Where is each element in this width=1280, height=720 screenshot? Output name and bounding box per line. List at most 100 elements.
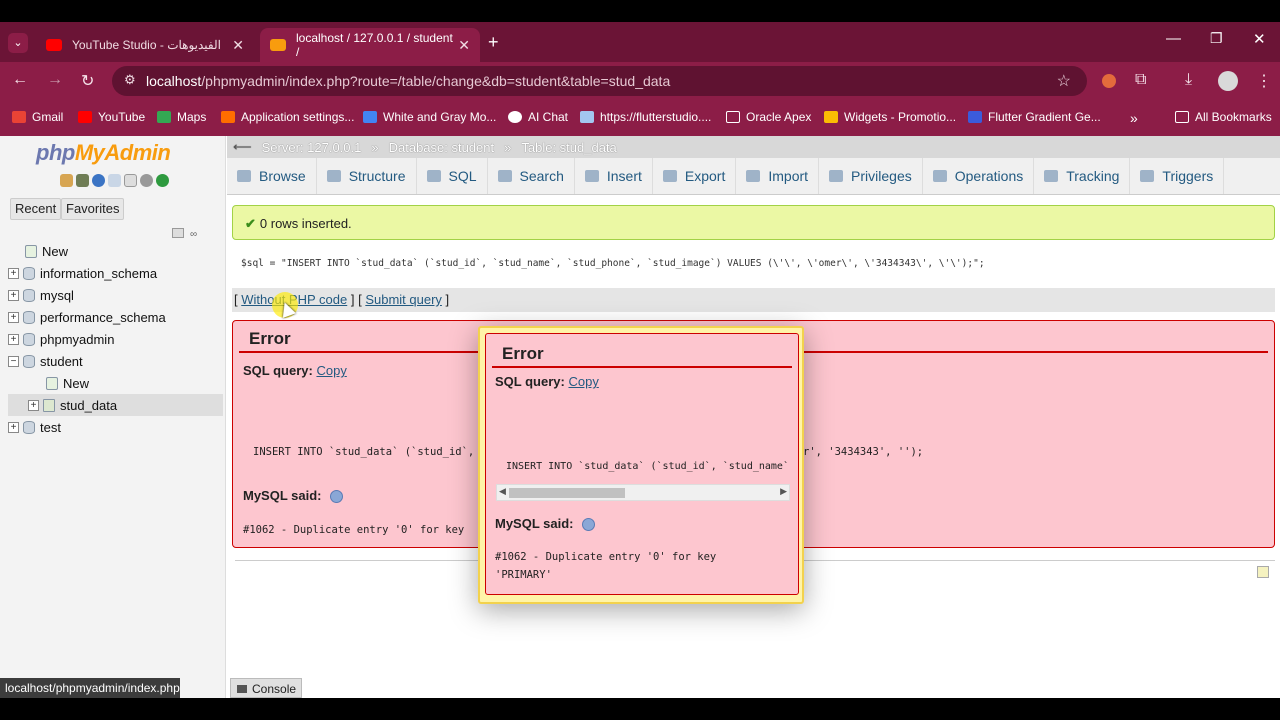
bookmark-youtube[interactable]: YouTube — [78, 110, 145, 124]
phpmyadmin-favicon-icon — [270, 39, 286, 51]
bookmark-flutter-gradient[interactable]: Flutter Gradient Ge... — [968, 110, 1101, 124]
tab-insert[interactable]: Insert — [575, 158, 653, 194]
expand-icon[interactable]: + — [8, 421, 19, 433]
bookmark-maps[interactable]: Maps — [157, 110, 206, 124]
refresh-icon[interactable] — [156, 174, 169, 187]
expand-icon[interactable]: + — [8, 267, 19, 279]
success-message: ✔ 0 rows inserted. — [232, 205, 1275, 240]
link-icon[interactable]: ∞ — [190, 229, 197, 240]
expand-icon[interactable]: + — [8, 311, 19, 323]
tab-tracking[interactable]: Tracking — [1034, 158, 1131, 194]
console-button[interactable]: Console — [230, 678, 302, 698]
help-icon[interactable] — [581, 518, 595, 532]
close-tab-icon[interactable]: ✕ — [458, 37, 470, 54]
tab-browse[interactable]: Browse — [227, 158, 317, 194]
popup-error-message-1: #1062 - Duplicate entry '0' for key — [495, 551, 717, 563]
more-bookmarks-icon[interactable]: » — [1130, 110, 1138, 126]
collapse-icon[interactable]: − — [8, 355, 19, 367]
close-window-icon[interactable]: ✕ — [1253, 30, 1266, 48]
tree-item-performance-schema[interactable]: + performance_schema — [8, 306, 223, 328]
database-icon — [23, 266, 35, 280]
bookmark-oracle-apex[interactable]: Oracle Apex — [726, 110, 811, 124]
tab-import[interactable]: Import — [736, 158, 820, 194]
tab-triggers[interactable]: Triggers — [1130, 158, 1225, 194]
docs-icon[interactable] — [108, 174, 121, 187]
collapse-sidebar-icon[interactable]: ⟵ — [233, 139, 252, 155]
popup-copy-link[interactable]: Copy — [568, 374, 598, 389]
site-info-icon[interactable]: ⚙ — [124, 72, 136, 88]
help-icon[interactable] — [329, 490, 343, 504]
bookmark-gmail[interactable]: Gmail — [12, 110, 63, 124]
database-icon — [23, 420, 35, 434]
error-popup: Error SQL query: Copy INSERT INTO `stud_… — [478, 326, 804, 604]
submit-query-link[interactable]: Submit query — [365, 292, 442, 307]
bookmark-star-icon[interactable]: ☆ — [1057, 71, 1071, 91]
phpmyadmin-logo[interactable]: phpMyAdmin — [36, 140, 171, 166]
download-icon[interactable]: ⤓ — [1185, 71, 1192, 89]
popup-sql-query-label: SQL query: Copy — [495, 374, 599, 389]
expand-icon[interactable]: + — [28, 399, 39, 411]
favorites-button[interactable]: Favorites — [61, 198, 125, 220]
bookmark-application-settings[interactable]: Application settings... — [221, 110, 354, 124]
menu-icon[interactable]: ⋮ — [1256, 71, 1272, 91]
tab-structure[interactable]: Structure — [317, 158, 417, 194]
browser-tab-phpmyadmin[interactable]: localhost / 127.0.0.1 / student / ✕ — [260, 28, 480, 62]
expand-icon[interactable]: + — [8, 333, 19, 345]
bookmark-flutterstudio[interactable]: https://flutterstudio.... — [580, 110, 711, 124]
scroll-right-icon[interactable]: ▶ — [780, 486, 787, 497]
popup-error-message-2: 'PRIMARY' — [495, 569, 552, 581]
new-tab-icon[interactable]: + — [488, 32, 499, 53]
breadcrumb-table[interactable]: Table: stud_data — [521, 140, 616, 155]
breadcrumb-server[interactable]: Server: 127.0.0.1 — [262, 140, 362, 155]
tab-operations[interactable]: Operations — [923, 158, 1035, 194]
tab-search[interactable]: Search — [488, 158, 575, 194]
tree-item-mysql[interactable]: + mysql — [8, 284, 223, 306]
new-icon — [46, 376, 58, 390]
help-icon[interactable] — [92, 174, 105, 187]
copy-link[interactable]: Copy — [316, 363, 346, 378]
tree-item-student-new[interactable]: New — [8, 372, 223, 394]
breadcrumb-database[interactable]: Database: student — [389, 140, 495, 155]
tree-item-information-schema[interactable]: + information_schema — [8, 262, 223, 284]
tab-sql[interactable]: SQL — [417, 158, 488, 194]
close-tab-icon[interactable]: ✕ — [232, 37, 244, 54]
forward-icon[interactable]: → — [47, 71, 63, 89]
back-icon[interactable]: ← — [12, 71, 28, 89]
notes-icon[interactable] — [1257, 566, 1269, 578]
copy-icon[interactable] — [124, 174, 137, 187]
horizontal-scrollbar[interactable]: ◀ ▶ — [496, 484, 790, 501]
popup-query: INSERT INTO `stud_data` (`stud_id`, `stu… — [506, 461, 790, 472]
console-icon — [237, 685, 247, 693]
restore-icon[interactable]: ❐ — [1210, 30, 1223, 47]
tree-item-test[interactable]: + test — [8, 416, 223, 438]
reload-icon[interactable]: ↻ — [81, 71, 94, 91]
all-bookmarks[interactable]: All Bookmarks — [1175, 110, 1272, 124]
expand-icon[interactable]: + — [8, 289, 19, 301]
tree-item-stud-data[interactable]: + stud_data — [8, 394, 223, 416]
minimize-icon[interactable]: — — [1166, 30, 1181, 47]
tree-item-new[interactable]: New — [8, 240, 223, 262]
tab-privileges[interactable]: Privileges — [819, 158, 923, 194]
collapse-all-icon[interactable] — [172, 228, 184, 238]
database-tree: New + information_schema + mysql + performa… — [8, 240, 223, 438]
scrollbar-thumb[interactable] — [509, 488, 625, 498]
recent-button[interactable]: Recent — [10, 198, 62, 220]
bookmark-widgets[interactable]: Widgets - Promotio... — [824, 110, 956, 124]
home-icon[interactable] — [60, 174, 73, 187]
bookmark-ai-chat[interactable]: AI Chat — [508, 110, 568, 124]
settings-icon[interactable] — [140, 174, 153, 187]
sql-query-label: SQL query: Copy — [243, 363, 347, 378]
database-icon — [23, 310, 35, 324]
tree-item-phpmyadmin[interactable]: + phpmyadmin — [8, 328, 223, 350]
scroll-left-icon[interactable]: ◀ — [499, 486, 506, 497]
tree-item-student[interactable]: − student — [8, 350, 223, 372]
tab-search-button[interactable]: ⌄ — [8, 33, 28, 53]
bookmark-white-gray[interactable]: White and Gray Mo... — [363, 110, 496, 124]
address-bar[interactable]: ⚙ localhost/phpmyadmin/index.php?route=/… — [112, 66, 1087, 96]
logout-icon[interactable] — [76, 174, 89, 187]
profile-avatar[interactable] — [1218, 71, 1238, 91]
tab-export[interactable]: Export — [653, 158, 737, 194]
extensions-icon[interactable]: ⧉ — [1135, 71, 1146, 89]
browser-tab-youtube-studio[interactable]: YouTube Studio - الفيديوهات ✕ — [36, 28, 254, 62]
extension-record-icon[interactable] — [1102, 74, 1116, 88]
